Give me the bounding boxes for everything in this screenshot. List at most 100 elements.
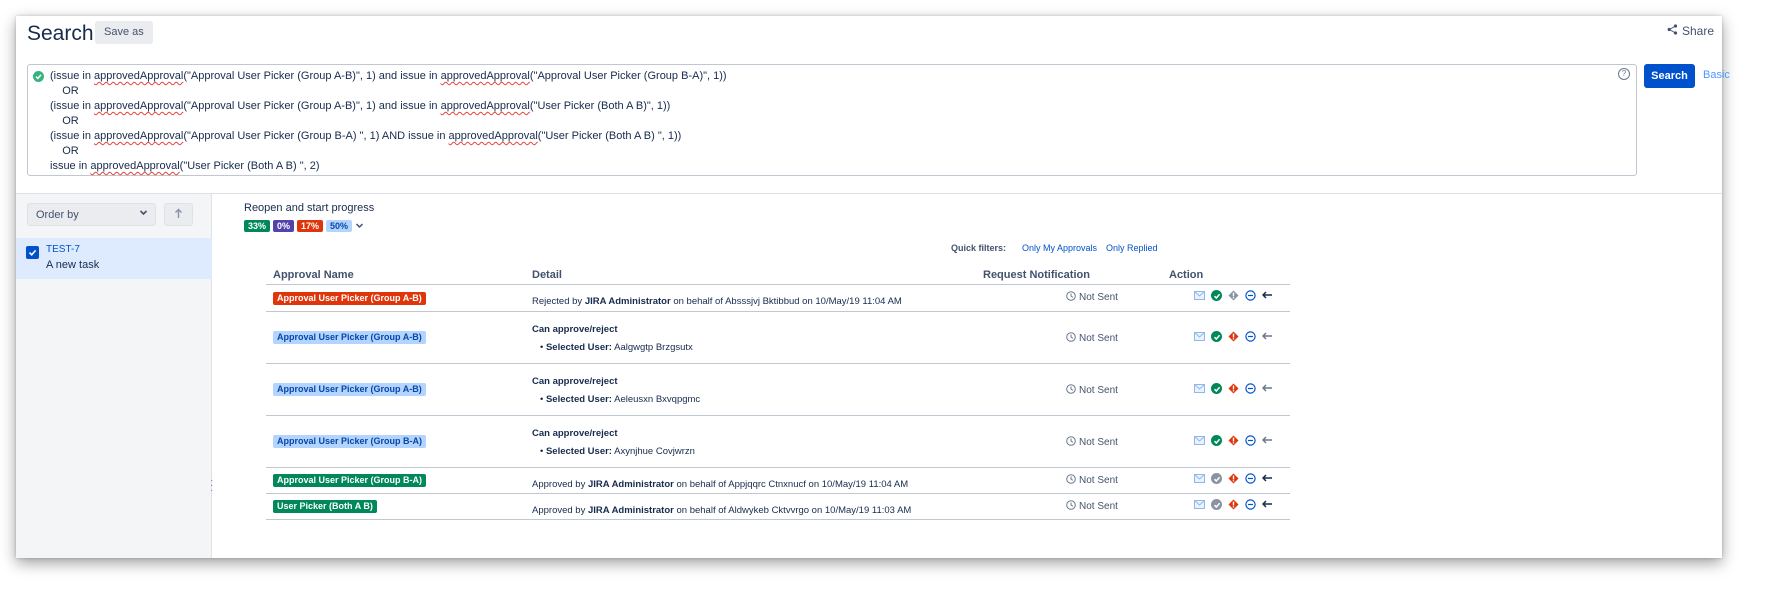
reply-arrow-icon[interactable] — [1262, 500, 1273, 509]
sort-direction-button[interactable] — [164, 203, 193, 226]
share-label: Share — [1681, 24, 1714, 38]
jql-text: ("Approval User Picker (Group B-A)", 1)) — [529, 70, 727, 82]
row-actions — [1194, 499, 1273, 510]
approve-check-icon[interactable] — [1211, 499, 1222, 510]
row-actions — [1194, 331, 1273, 342]
jql-text: OR — [50, 145, 79, 157]
clock-icon — [1066, 384, 1076, 397]
minus-circle-icon[interactable] — [1245, 290, 1256, 301]
detail-actor: JIRA Administrator — [584, 296, 671, 307]
page-title: Search — [27, 22, 94, 45]
reject-warning-icon[interactable] — [1228, 435, 1239, 446]
detail-prefix: Rejected by — [532, 296, 585, 307]
send-notification-envelope-icon[interactable] — [1194, 474, 1205, 483]
reply-arrow-icon[interactable] — [1262, 384, 1273, 393]
jql-help-icon[interactable]: ? — [1618, 68, 1630, 80]
detail-prefix: Approved by — [532, 479, 588, 490]
reject-warning-icon[interactable] — [1228, 331, 1239, 342]
row-actions — [1194, 290, 1273, 301]
approve-check-icon[interactable] — [1211, 383, 1222, 394]
selected-user-label: Selected User: — [545, 342, 612, 353]
jql-line: OR — [50, 114, 1636, 129]
reply-arrow-icon[interactable] — [1262, 332, 1273, 341]
reject-warning-icon[interactable] — [1228, 290, 1239, 301]
minus-circle-icon[interactable] — [1245, 331, 1256, 342]
clock-icon — [1066, 474, 1076, 487]
share-icon — [1667, 24, 1678, 38]
issue-checkbox[interactable] — [26, 246, 39, 259]
approval-progress-badges: 33% 0% 17% 50% — [244, 217, 364, 235]
approve-check-icon[interactable] — [1211, 435, 1222, 446]
jql-function-name: approvedApproval — [94, 100, 184, 112]
order-by-select[interactable]: Order by — [27, 203, 156, 226]
reject-warning-icon[interactable] — [1228, 473, 1239, 484]
column-header-request-notification: Request Notification — [983, 269, 1090, 281]
table-row: Approval User Picker (Group B-A) Approved… — [266, 468, 1290, 494]
reject-warning-icon[interactable] — [1228, 383, 1239, 394]
reply-arrow-icon[interactable] — [1262, 474, 1273, 483]
quick-filter-only-replied[interactable]: Only Replied — [1106, 243, 1158, 253]
reply-arrow-icon[interactable] — [1262, 291, 1273, 300]
approve-check-icon[interactable] — [1211, 331, 1222, 342]
send-notification-envelope-icon[interactable] — [1194, 332, 1205, 341]
send-notification-envelope-icon[interactable] — [1194, 291, 1205, 300]
detail-can-approve: Can approve/reject — [532, 376, 618, 387]
app-window: Search Save as Share (issue in approvedA… — [16, 16, 1730, 558]
jql-text: ("Approval User Picker (Group B-A) ", 1)… — [183, 130, 449, 142]
badge-rejected-percent: 17% — [297, 220, 324, 232]
detail-prefix: Approved by — [532, 505, 588, 516]
minus-circle-icon[interactable] — [1245, 435, 1256, 446]
reject-warning-icon[interactable] — [1228, 499, 1239, 510]
basic-mode-link[interactable]: Basic — [1703, 69, 1730, 81]
send-notification-envelope-icon[interactable] — [1194, 384, 1205, 393]
resize-handle[interactable]: · · · — [210, 476, 213, 496]
detail-decision: Approved by JIRA Administrator on behalf… — [532, 505, 911, 516]
jql-query-text: (issue in approvedApproval("Approval Use… — [50, 69, 1636, 174]
notification-label: Not Sent — [1079, 385, 1118, 396]
table-row: Approval User Picker (Group A-B) Can appr… — [266, 364, 1290, 416]
minus-circle-icon[interactable] — [1245, 473, 1256, 484]
selected-user-name: Aeleusxn Bxvqpgmc — [614, 394, 701, 405]
detail-actor: JIRA Administrator — [587, 479, 674, 490]
approval-name-lozenge: Approval User Picker (Group B-A) — [273, 474, 427, 487]
quick-filters-label: Quick filters: — [951, 243, 1007, 253]
list-item-issue[interactable]: TEST-7 A new task — [16, 238, 212, 279]
minus-circle-icon[interactable] — [1245, 383, 1256, 394]
detail-decision: Approved by JIRA Administrator on behalf… — [532, 479, 908, 490]
jql-line: OR — [50, 144, 1636, 159]
arrow-up-icon — [174, 206, 183, 224]
jql-line: (issue in approvedApproval("Approval Use… — [50, 129, 1636, 144]
chevron-down-icon[interactable] — [355, 217, 364, 235]
quick-filter-only-my-approvals[interactable]: Only My Approvals — [1022, 243, 1097, 253]
badge-approved-percent: 33% — [244, 220, 271, 232]
save-as-button[interactable]: Save as — [95, 21, 153, 44]
minus-circle-icon[interactable] — [1245, 499, 1256, 510]
request-notification-status: Not Sent — [1066, 474, 1118, 487]
send-notification-envelope-icon[interactable] — [1194, 500, 1205, 509]
send-notification-envelope-icon[interactable] — [1194, 436, 1205, 445]
approval-name-lozenge: Approval User Picker (Group A-B) — [273, 383, 426, 396]
approve-check-icon[interactable] — [1211, 473, 1222, 484]
request-notification-status: Not Sent — [1066, 436, 1118, 449]
jql-text: ("Approval User Picker (Group A-B)", 1) … — [183, 100, 441, 112]
request-notification-status: Not Sent — [1066, 332, 1118, 345]
jql-function-name: approvedApproval — [94, 70, 184, 82]
detail-decision: Rejected by JIRA Administrator on behalf… — [532, 296, 902, 307]
order-by-label: Order by — [36, 209, 79, 221]
jql-text: OR — [50, 115, 79, 127]
selected-user-label: Selected User: — [545, 394, 612, 405]
notification-label: Not Sent — [1079, 437, 1118, 448]
clock-icon — [1066, 332, 1076, 345]
issue-key-link[interactable]: TEST-7 — [46, 244, 80, 255]
reply-arrow-icon[interactable] — [1262, 436, 1273, 445]
approve-check-icon[interactable] — [1211, 290, 1222, 301]
selected-user-name: Axynjhue Covjwrzn — [614, 446, 695, 457]
jql-function-name: approvedApproval — [440, 70, 530, 82]
request-notification-status: Not Sent — [1066, 384, 1118, 397]
jql-query-input[interactable]: (issue in approvedApproval("Approval Use… — [27, 64, 1637, 176]
share-button[interactable]: Share — [1667, 24, 1714, 38]
search-button[interactable]: Search — [1644, 64, 1695, 88]
jql-text: ("Approval User Picker (Group A-B)", 1) … — [183, 70, 441, 82]
column-header-action: Action — [1169, 269, 1204, 281]
jql-text: OR — [50, 85, 79, 97]
